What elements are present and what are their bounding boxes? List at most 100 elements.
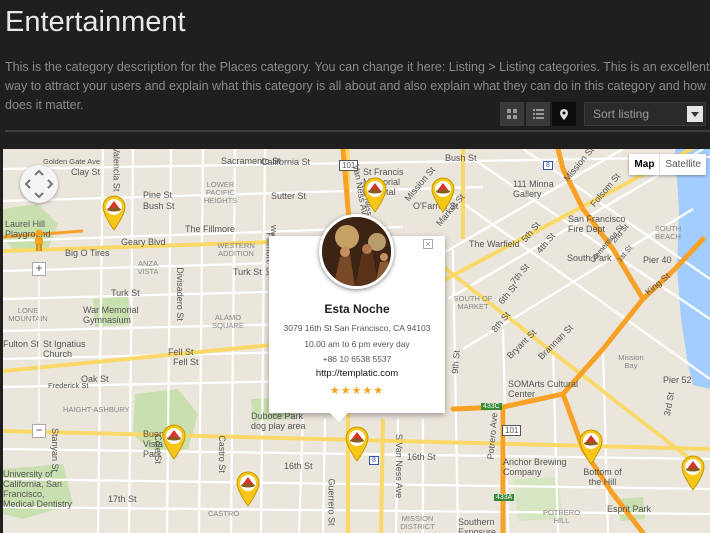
popup-rating-stars: ★★★★★: [329, 385, 385, 397]
map-label: Pine St: [143, 190, 173, 200]
map-label: ALAMO SQUARE: [212, 313, 244, 330]
map-marker[interactable]: [101, 195, 127, 231]
zoom-in-button[interactable]: +: [32, 262, 46, 276]
map-label: Bush St: [143, 201, 175, 211]
map-marker-icon: [345, 426, 369, 462]
map-label: California St: [261, 157, 311, 167]
map-label: S Van Ness Ave: [394, 433, 405, 499]
map-marker[interactable]: [235, 471, 261, 507]
map-label: SOUTH OF MARKET: [453, 294, 493, 311]
transit-icon: 8: [369, 456, 379, 465]
map-label: 111 Minna Gallery: [513, 179, 554, 199]
list-view-button[interactable]: [526, 102, 550, 126]
grid-view-button[interactable]: [500, 102, 524, 126]
highway-shield: 433C: [481, 403, 502, 410]
map-label: Duboce Park dog play area: [251, 411, 306, 431]
popup-title[interactable]: Esta Noche: [269, 302, 445, 316]
map-label: Fulton St: [3, 339, 40, 349]
map-label: SOUTH BEACH: [654, 224, 682, 241]
map-label: Divisadero St: [174, 267, 185, 321]
map-marker-icon: [236, 471, 260, 507]
header-divider: [5, 130, 710, 132]
map-label: Clay St: [71, 167, 101, 177]
map-label: Sutter St: [271, 191, 307, 201]
map-label: WESTERN ADDITION: [217, 241, 255, 258]
street-view-pegman-icon[interactable]: [32, 229, 46, 251]
map-type-map-button[interactable]: Map: [629, 154, 661, 175]
map-label: St Ignatius Church: [43, 339, 86, 359]
chevron-down-icon: [687, 106, 703, 122]
map-label: Geary Blvd: [121, 237, 166, 247]
map-label: 16th St: [284, 461, 313, 471]
listing-info-popup: × Esta Noche 3079 16th St San Francisco,…: [269, 214, 445, 422]
map-marker[interactable]: [578, 429, 604, 465]
map-label: 9th St: [449, 349, 462, 375]
map-marker[interactable]: [344, 426, 370, 462]
grid-icon: [507, 109, 517, 119]
map-marker[interactable]: [362, 177, 388, 213]
map-marker-icon: [681, 455, 705, 491]
map-label: Turk St: [111, 288, 140, 298]
map-label: Pier 40: [643, 255, 672, 265]
map-label: Frederick St: [48, 381, 89, 390]
map-marker[interactable]: [430, 177, 456, 213]
map-label: Fell St: [173, 357, 199, 367]
map-marker[interactable]: [161, 424, 187, 460]
listing-photo: [319, 214, 394, 289]
zoom-slider-track[interactable]: [38, 277, 40, 423]
map-label: ANZA VISTA: [137, 259, 159, 276]
popup-website-link[interactable]: http://templatic.com: [269, 368, 445, 379]
pan-control[interactable]: [20, 165, 58, 203]
map-label: Pier 52: [663, 375, 692, 385]
view-toolbar: Sort listing: [500, 101, 706, 127]
map-label: The Warfield: [469, 239, 520, 249]
map-label: War Memorial Gymnasium: [83, 305, 139, 325]
popup-address: 3079 16th St San Francisco, CA 94103: [283, 323, 431, 333]
map-label: POTRERO HILL: [542, 508, 581, 525]
map-label: SOMArts Cultural Center: [508, 379, 579, 399]
page: Entertainment This is the category descr…: [0, 0, 710, 533]
map-label: Guerrero St: [326, 478, 337, 526]
popup-hours: 10.00 am to 6 pm every day: [304, 339, 410, 349]
map-pin-icon: [560, 108, 568, 120]
map-marker[interactable]: [680, 455, 706, 491]
map-label: LONE MOUNTAIN: [8, 306, 48, 323]
map-view-button[interactable]: [552, 102, 576, 126]
sort-listing-value: Sort listing: [593, 107, 650, 121]
map-label: Bush St: [445, 153, 477, 163]
map-marker-icon: [162, 424, 186, 460]
map-label: Fell St: [168, 347, 194, 357]
pan-arrows-icon: [24, 169, 54, 199]
map-label: HAIGHT-ASHBURY: [63, 405, 130, 414]
map-label: LOWER PACIFIC HEIGHTS: [203, 180, 238, 205]
zoom-out-button[interactable]: −: [32, 424, 46, 438]
map-marker-icon: [363, 177, 387, 213]
map-marker-icon: [102, 195, 126, 231]
map-label: University of California, San Francisco,…: [3, 469, 73, 509]
map-type-control: Map Satellite: [629, 154, 706, 175]
map-label: Valencia St: [111, 149, 122, 192]
map-marker-icon: [431, 177, 455, 213]
map-label: MISSION DISTRICT: [400, 514, 435, 531]
map-label: Castro St: [216, 435, 227, 473]
map-label: The Fillmore: [185, 224, 236, 234]
map-label: Bottom of the Hill: [583, 467, 622, 487]
listing-map[interactable]: Sacramento St California St 101 Bush St …: [3, 149, 710, 533]
map-label: 16th St: [407, 452, 436, 462]
map-label: Southern Exposure: [458, 517, 497, 533]
popup-phone: +86 10 6538 5537: [322, 354, 392, 364]
map-label: CASTRO: [208, 509, 240, 518]
map-label: Turk St: [233, 267, 262, 277]
map-label: Mission Bay: [618, 353, 644, 370]
map-type-satellite-button[interactable]: Satellite: [660, 154, 706, 175]
map-marker-icon: [579, 429, 603, 465]
map-label: Esprit Park: [607, 504, 652, 514]
map-label: Big O Tires: [65, 248, 110, 258]
highway-shield: 101: [502, 425, 522, 436]
sort-listing-select[interactable]: Sort listing: [584, 102, 706, 126]
map-label: 17th St: [108, 494, 137, 504]
popup-close-button[interactable]: ×: [423, 239, 433, 249]
map-label: Stanyan St: [50, 427, 61, 473]
list-icon: [532, 109, 544, 119]
page-title: Entertainment: [5, 6, 186, 38]
